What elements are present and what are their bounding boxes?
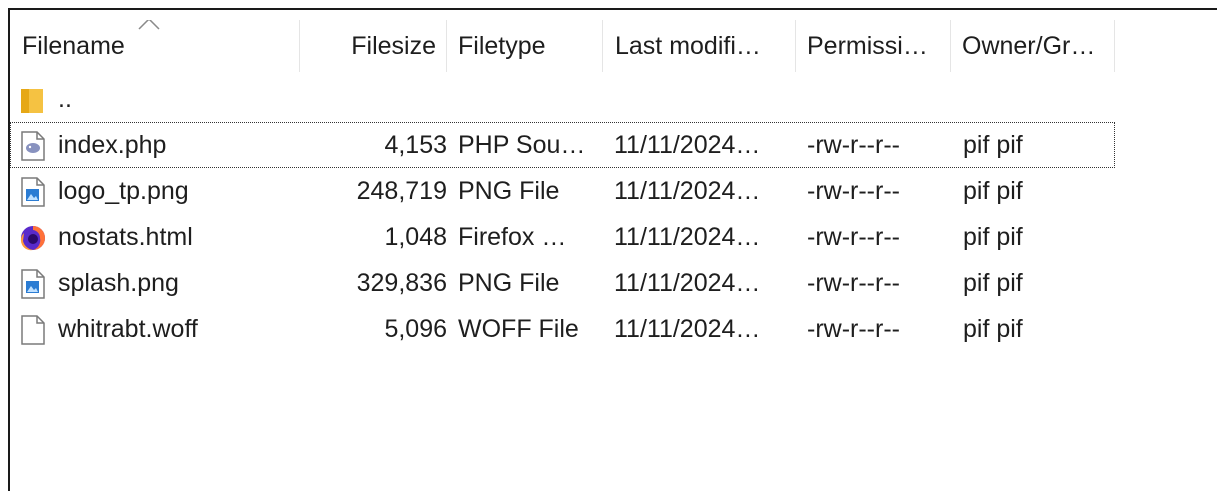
file-row-index-php[interactable]: index.php 4,153 PHP Sou… 11/11/2024… -rw… bbox=[10, 122, 1115, 168]
firefox-icon bbox=[20, 226, 45, 251]
file-modified: 11/11/2024… bbox=[614, 131, 761, 159]
column-header-filesize[interactable]: Filesize bbox=[300, 20, 447, 72]
file-permissions: -rw-r--r-- bbox=[807, 315, 900, 343]
column-header-filesize-label: Filesize bbox=[351, 32, 436, 60]
file-type: Firefox … bbox=[458, 223, 567, 251]
file-size: 329,836 bbox=[356, 269, 447, 297]
image-file-icon bbox=[21, 269, 45, 299]
file-name: nostats.html bbox=[58, 223, 193, 251]
column-header-permissions-label: Permissi… bbox=[807, 32, 928, 60]
file-modified: 11/11/2024… bbox=[614, 223, 761, 251]
file-type: PNG File bbox=[458, 269, 560, 297]
file-name: splash.png bbox=[58, 269, 179, 297]
file-modified: 11/11/2024… bbox=[614, 177, 761, 205]
file-type: PNG File bbox=[458, 177, 560, 205]
file-owner: pif pif bbox=[963, 315, 1023, 343]
file-name: logo_tp.png bbox=[58, 177, 189, 205]
file-permissions: -rw-r--r-- bbox=[807, 131, 900, 159]
column-header-last-modified-label: Last modifi… bbox=[615, 32, 761, 60]
folder-icon bbox=[21, 89, 43, 113]
column-header-filetype[interactable]: Filetype bbox=[447, 20, 603, 72]
file-owner: pif pif bbox=[963, 131, 1023, 159]
file-row-logo-tp-png[interactable]: logo_tp.png 248,719 PNG File 11/11/2024…… bbox=[10, 168, 1115, 214]
column-header-permissions[interactable]: Permissi… bbox=[796, 20, 951, 72]
file-size: 4,153 bbox=[384, 131, 447, 159]
file-modified: 11/11/2024… bbox=[614, 269, 761, 297]
php-file-icon bbox=[21, 131, 45, 161]
column-header-filename[interactable]: Filename bbox=[10, 20, 300, 72]
column-header-owner-group[interactable]: Owner/Gr… bbox=[951, 20, 1115, 72]
column-header-owner-group-label: Owner/Gr… bbox=[962, 32, 1096, 60]
column-header-bar: Filename Filesize Filetype Last modifi… … bbox=[10, 20, 1115, 72]
file-size: 1,048 bbox=[384, 223, 447, 251]
file-name: .. bbox=[58, 85, 72, 113]
file-name: whitrabt.woff bbox=[58, 315, 198, 343]
file-permissions: -rw-r--r-- bbox=[807, 269, 900, 297]
image-file-icon bbox=[21, 177, 45, 207]
file-type: PHP Sou… bbox=[458, 131, 586, 159]
file-row-splash-png[interactable]: splash.png 329,836 PNG File 11/11/2024… … bbox=[10, 260, 1115, 306]
remote-file-list[interactable]: Filename Filesize Filetype Last modifi… … bbox=[8, 8, 1217, 491]
file-owner: pif pif bbox=[963, 177, 1023, 205]
file-permissions: -rw-r--r-- bbox=[807, 177, 900, 205]
sort-ascending-icon bbox=[138, 20, 160, 30]
file-name: index.php bbox=[58, 131, 167, 159]
file-size: 248,719 bbox=[356, 177, 447, 205]
file-type: WOFF File bbox=[458, 315, 579, 343]
file-modified: 11/11/2024… bbox=[614, 315, 761, 343]
file-row-whitrabt-woff[interactable]: whitrabt.woff 5,096 WOFF File 11/11/2024… bbox=[10, 306, 1115, 352]
file-permissions: -rw-r--r-- bbox=[807, 223, 900, 251]
file-owner: pif pif bbox=[963, 223, 1023, 251]
file-owner: pif pif bbox=[963, 269, 1023, 297]
column-header-filename-label: Filename bbox=[22, 32, 125, 60]
blank-file-icon bbox=[21, 315, 45, 345]
column-header-filetype-label: Filetype bbox=[458, 32, 546, 60]
column-header-last-modified[interactable]: Last modifi… bbox=[603, 20, 796, 72]
file-row-parent-directory[interactable]: .. bbox=[10, 76, 1115, 122]
file-rows: .. index.php 4,153 PHP Sou… 11/11/2024… … bbox=[10, 76, 1115, 352]
file-row-nostats-html[interactable]: nostats.html 1,048 Firefox … 11/11/2024…… bbox=[10, 214, 1115, 260]
file-size: 5,096 bbox=[384, 315, 447, 343]
